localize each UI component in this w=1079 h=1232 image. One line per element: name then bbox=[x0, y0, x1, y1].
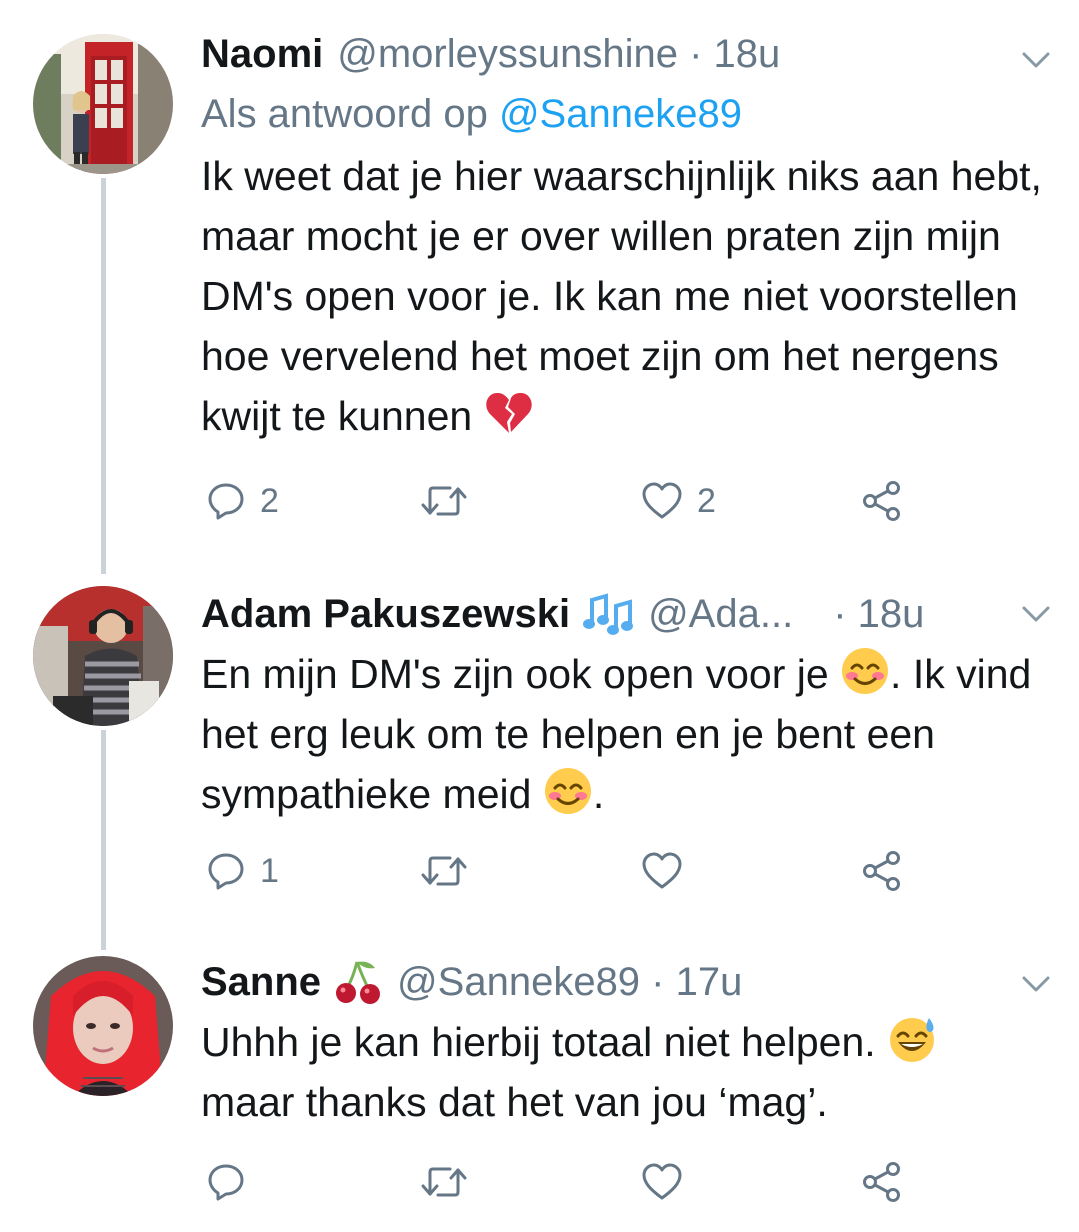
like-count: 2 bbox=[697, 481, 716, 520]
display-name[interactable]: Naomi bbox=[201, 32, 323, 77]
musical-notes-icon bbox=[582, 592, 634, 636]
handle-and-time[interactable]: @Sanneke89 · 17u bbox=[397, 960, 742, 1005]
tweet-text: En mijn DM's zijn ook open voor je . Ik … bbox=[201, 644, 1049, 824]
chevron-down-icon[interactable] bbox=[1021, 604, 1051, 624]
share-button[interactable] bbox=[861, 846, 903, 896]
retweet-button[interactable] bbox=[420, 476, 482, 526]
grinning-sweat-icon bbox=[890, 1018, 935, 1062]
tweet-actions: 2 2 bbox=[201, 476, 921, 526]
heart-icon bbox=[642, 1163, 682, 1200]
tweet-text-part: En mijn DM's zijn ook open voor je bbox=[201, 651, 841, 697]
retweet-icon bbox=[421, 1167, 467, 1197]
display-name[interactable]: Adam Pakuszewski bbox=[201, 592, 570, 637]
tweet-text-part: Uhhh je kan hierbij totaal niet helpen. bbox=[201, 1019, 888, 1065]
reply-button[interactable] bbox=[206, 1157, 260, 1207]
reply-to-link[interactable]: @Sanneke89 bbox=[499, 92, 742, 136]
tweet-text-part: maar thanks dat het van jou ‘mag’. bbox=[201, 1079, 828, 1125]
heart-icon bbox=[642, 852, 682, 889]
cherries-icon bbox=[333, 958, 383, 1006]
tweet-header: Naomi @morleyssunshine · 18u bbox=[201, 30, 1049, 78]
retweet-button[interactable] bbox=[420, 1157, 482, 1207]
tweet[interactable]: Sanne @Sanneke89 · 17u Uhhh je kan hierb… bbox=[0, 950, 1079, 1232]
tweet-actions: 1 bbox=[201, 846, 921, 896]
tweet-text: Uhhh je kan hierbij totaal niet helpen. … bbox=[201, 1012, 1049, 1132]
reply-count: 2 bbox=[260, 481, 279, 520]
tweet-text-body: Ik weet dat je hier waarschijnlijk niks … bbox=[201, 153, 1042, 439]
like-button[interactable] bbox=[641, 1157, 697, 1207]
reply-button[interactable]: 2 bbox=[206, 476, 279, 526]
display-name[interactable]: Sanne bbox=[201, 960, 321, 1005]
tweet[interactable]: Adam Pakuszewski @Ada... · 18u En mijn D… bbox=[0, 560, 1079, 950]
chevron-down-icon[interactable] bbox=[1021, 50, 1051, 70]
share-button[interactable] bbox=[861, 1157, 903, 1207]
smiling-face-icon bbox=[842, 648, 889, 694]
share-icon bbox=[863, 851, 900, 891]
tweet-header: Sanne @Sanneke89 · 17u bbox=[201, 958, 1049, 1006]
reply-context: Als antwoord op @Sanneke89 bbox=[201, 90, 1049, 138]
handle-and-time[interactable]: @morleyssunshine · 18u bbox=[337, 32, 780, 77]
like-button[interactable]: 2 bbox=[641, 476, 716, 526]
retweet-icon bbox=[421, 856, 467, 886]
tweet-text-part: . bbox=[592, 771, 605, 817]
retweet-icon bbox=[421, 486, 467, 516]
reply-icon bbox=[208, 853, 244, 890]
tweet-actions bbox=[201, 1157, 921, 1207]
chevron-down-icon[interactable] bbox=[1021, 974, 1051, 994]
share-icon bbox=[863, 481, 900, 521]
avatar[interactable] bbox=[33, 956, 173, 1096]
avatar[interactable] bbox=[33, 586, 173, 726]
reply-icon bbox=[208, 483, 244, 520]
reply-prefix: Als antwoord op bbox=[201, 92, 499, 136]
reply-count: 1 bbox=[260, 851, 279, 890]
handle[interactable]: @Ada... bbox=[648, 592, 793, 637]
share-button[interactable] bbox=[861, 476, 903, 526]
reply-button[interactable]: 1 bbox=[206, 846, 279, 896]
heart-icon bbox=[642, 482, 682, 519]
like-button[interactable] bbox=[641, 846, 697, 896]
avatar[interactable] bbox=[33, 34, 173, 174]
broken-heart-icon bbox=[485, 392, 532, 433]
reply-icon bbox=[208, 1164, 244, 1201]
retweet-button[interactable] bbox=[420, 846, 482, 896]
tweet[interactable]: Naomi @morleyssunshine · 18u Als antwoor… bbox=[0, 0, 1079, 560]
tweet-text: Ik weet dat je hier waarschijnlijk niks … bbox=[201, 146, 1049, 446]
smiling-face-icon bbox=[544, 768, 591, 814]
timestamp[interactable]: · 18u bbox=[833, 592, 924, 637]
tweet-header: Adam Pakuszewski @Ada... · 18u bbox=[201, 590, 1049, 638]
share-icon bbox=[863, 1162, 900, 1202]
